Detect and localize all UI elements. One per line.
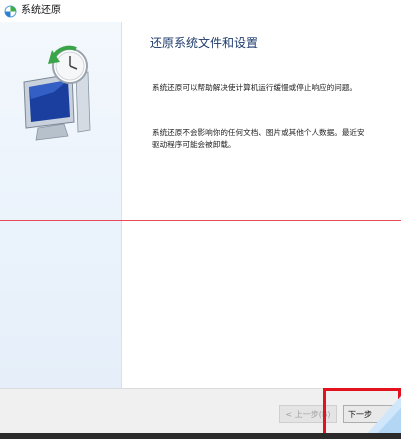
description-paragraph-1: 系统还原可以帮助解决使计算机运行缓慢或停止响应的问题。 xyxy=(152,83,358,92)
description-line-2: 驱动程序可能会被卸载。 xyxy=(152,140,236,149)
description-line-1: 系统还原不会影响你的任何文档、图片或其他个人数据。最近安 xyxy=(152,128,365,137)
red-annotation-line xyxy=(0,220,401,221)
back-button[interactable]: < 上一步(B) xyxy=(279,405,337,423)
title-bar: 系统还原 xyxy=(0,0,401,22)
window-title: 系统还原 xyxy=(21,5,61,16)
page-title: 还原系统文件和设置 xyxy=(150,36,259,50)
system-restore-icon xyxy=(4,5,17,17)
sidebar-panel xyxy=(0,22,122,388)
main-content: 还原系统文件和设置 系统还原可以帮助解决使计算机运行缓慢或停止响应的问题。 系统… xyxy=(122,22,401,388)
wizard-footer: < 上一步(B) 下一步 xyxy=(0,388,401,439)
description-paragraph-2: 系统还原不会影响你的任何文档、图片或其他个人数据。最近安 驱动程序可能会被卸载。 xyxy=(152,127,401,151)
taskbar-strip xyxy=(0,433,401,439)
next-button[interactable]: 下一步 xyxy=(343,405,401,423)
restore-computer-icon xyxy=(23,45,91,141)
system-restore-window: 系统还原 还原系统文件和设置 系统还原可以帮助解决使计算机运行缓慢或停止响应的问… xyxy=(0,0,401,439)
